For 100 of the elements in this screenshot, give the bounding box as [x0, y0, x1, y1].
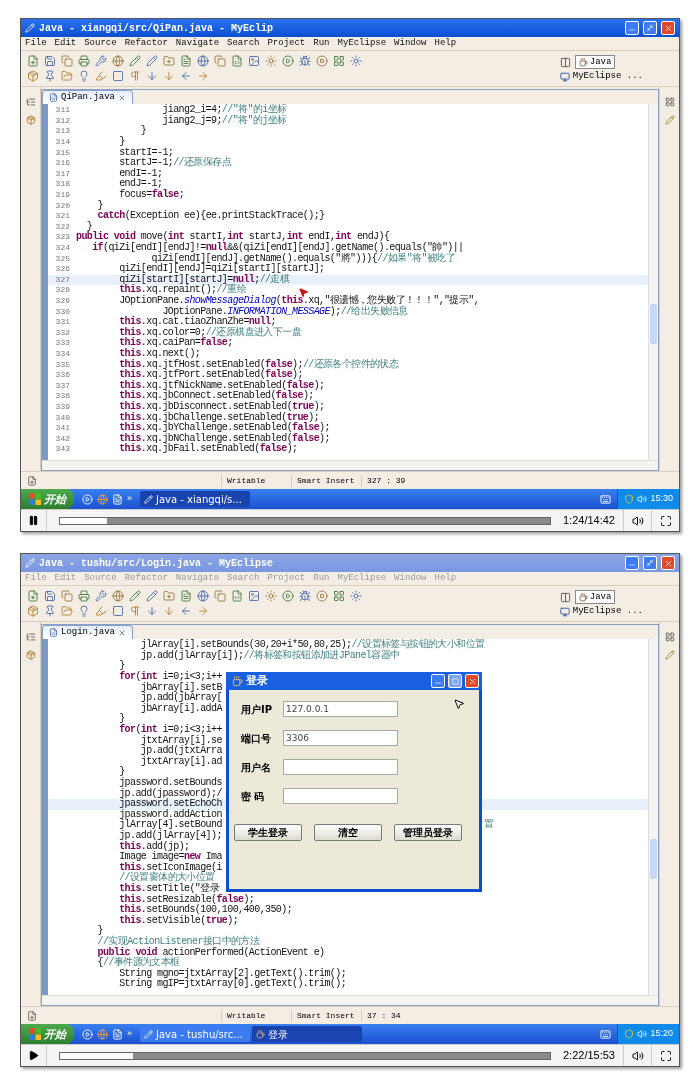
- more-button[interactable]: »: [127, 492, 132, 506]
- taskbar-button[interactable]: Java - tushu/src...: [140, 1026, 250, 1042]
- progress-track[interactable]: [59, 1051, 551, 1060]
- sun-icon[interactable]: [265, 590, 277, 602]
- keyboard-icon[interactable]: [600, 493, 612, 505]
- wrench-icon[interactable]: [95, 55, 107, 67]
- close-icon[interactable]: [118, 93, 126, 102]
- package-icon[interactable]: [25, 115, 36, 125]
- globe-icon[interactable]: [97, 493, 108, 505]
- arrow-down-icon[interactable]: [163, 70, 175, 82]
- folder-plus-icon[interactable]: [163, 55, 175, 67]
- new-file-icon[interactable]: [27, 475, 37, 486]
- menu-item[interactable]: Window: [394, 36, 427, 51]
- input-field[interactable]: 127.0.0.1: [283, 701, 398, 717]
- keyboard-icon[interactable]: [600, 1028, 612, 1040]
- globe-icon[interactable]: [97, 1028, 108, 1040]
- lightbulb-icon[interactable]: [78, 605, 90, 617]
- new-file-icon[interactable]: [27, 1010, 37, 1021]
- menu-item[interactable]: Run: [313, 36, 330, 51]
- grid-icon[interactable]: [664, 632, 675, 642]
- arrow-down-icon[interactable]: [146, 70, 158, 82]
- close-button[interactable]: [465, 674, 479, 688]
- copy-icon[interactable]: [61, 55, 73, 67]
- square-icon[interactable]: [112, 605, 124, 617]
- vertical-scrollbar[interactable]: [648, 104, 658, 460]
- menu-item[interactable]: Refactor: [124, 36, 168, 51]
- perspective-button[interactable]: Java: [574, 590, 616, 604]
- menu-item[interactable]: Search: [227, 36, 260, 51]
- arrow-left-icon[interactable]: [180, 70, 192, 82]
- maximize-button[interactable]: [448, 674, 462, 688]
- play-circle-icon[interactable]: [82, 493, 93, 505]
- globe-icon[interactable]: [197, 55, 209, 67]
- copy-icon[interactable]: [214, 590, 226, 602]
- pilcrow-icon[interactable]: [129, 70, 141, 82]
- taskbar-button[interactable]: Java - xiangqi/s...: [140, 491, 250, 507]
- grid-icon[interactable]: [333, 55, 345, 67]
- menu-item[interactable]: Source: [84, 36, 117, 51]
- document-icon[interactable]: [180, 55, 192, 67]
- lightbulb-icon[interactable]: [78, 70, 90, 82]
- tree-icon[interactable]: [25, 632, 36, 642]
- volume-icon[interactable]: [637, 494, 648, 504]
- shield-icon[interactable]: [624, 1029, 635, 1039]
- pin-icon[interactable]: [44, 605, 56, 617]
- progress-track[interactable]: [59, 516, 551, 525]
- perspective-button[interactable]: Java: [574, 55, 616, 69]
- editor-tab[interactable]: Login.java: [42, 625, 133, 639]
- start-button[interactable]: 开始: [21, 489, 74, 509]
- arrow-down-icon[interactable]: [163, 605, 175, 617]
- tree-icon[interactable]: [25, 97, 36, 107]
- input-field[interactable]: 3306: [283, 730, 398, 746]
- minimize-button[interactable]: [625, 21, 639, 35]
- dialog-button[interactable]: 管理员登录: [394, 824, 462, 841]
- save-icon[interactable]: [44, 55, 56, 67]
- code-file-icon[interactable]: [231, 55, 243, 67]
- pencil-icon[interactable]: [129, 590, 141, 602]
- menu-item[interactable]: Help: [434, 36, 457, 51]
- folder-icon[interactable]: [61, 605, 73, 617]
- dialog-button[interactable]: 学生登录: [234, 824, 302, 841]
- save-icon[interactable]: [44, 590, 56, 602]
- code-file-icon[interactable]: [231, 590, 243, 602]
- volume-icon[interactable]: [637, 1029, 648, 1039]
- pin-icon[interactable]: [44, 70, 56, 82]
- package-icon[interactable]: [25, 650, 36, 660]
- close-button[interactable]: [661, 556, 675, 570]
- package-icon[interactable]: [27, 605, 39, 617]
- arrow-left-icon[interactable]: [180, 605, 192, 617]
- highlighter-icon[interactable]: [95, 70, 107, 82]
- arrow-right-icon[interactable]: [197, 70, 209, 82]
- menu-item[interactable]: Navigate: [175, 36, 220, 51]
- sun-icon[interactable]: [350, 590, 362, 602]
- start-button[interactable]: 开始: [21, 1024, 74, 1044]
- print-icon[interactable]: [78, 55, 90, 67]
- wrench-icon[interactable]: [95, 590, 107, 602]
- run-icon[interactable]: [282, 55, 294, 67]
- grid-icon[interactable]: [333, 590, 345, 602]
- menu-item[interactable]: MyEclipse: [337, 36, 387, 51]
- more-button[interactable]: »: [127, 1027, 132, 1041]
- print-icon[interactable]: [78, 590, 90, 602]
- image-icon[interactable]: [248, 590, 260, 602]
- input-field[interactable]: [283, 788, 398, 804]
- horizontal-scrollbar[interactable]: [42, 460, 658, 470]
- stop-icon[interactable]: [316, 590, 328, 602]
- taskbar-button[interactable]: 登录: [252, 1026, 362, 1042]
- pencil-icon[interactable]: [146, 55, 158, 67]
- pencil-icon[interactable]: [146, 590, 158, 602]
- new-file-icon[interactable]: [27, 55, 39, 67]
- perspective-label[interactable]: MyEclipse ...: [572, 71, 643, 82]
- shield-icon[interactable]: [624, 494, 635, 504]
- grid-icon[interactable]: [664, 97, 675, 107]
- pilcrow-icon[interactable]: [129, 605, 141, 617]
- run-icon[interactable]: [282, 590, 294, 602]
- copy-icon[interactable]: [61, 590, 73, 602]
- pencil-icon[interactable]: [129, 55, 141, 67]
- play-circle-icon[interactable]: [82, 1028, 93, 1040]
- bug-icon[interactable]: [299, 590, 311, 602]
- close-button[interactable]: [661, 21, 675, 35]
- editor-tab[interactable]: QiPan.java: [42, 90, 133, 104]
- input-field[interactable]: [283, 759, 398, 775]
- pencil-icon[interactable]: [664, 115, 675, 125]
- globe-icon[interactable]: [197, 590, 209, 602]
